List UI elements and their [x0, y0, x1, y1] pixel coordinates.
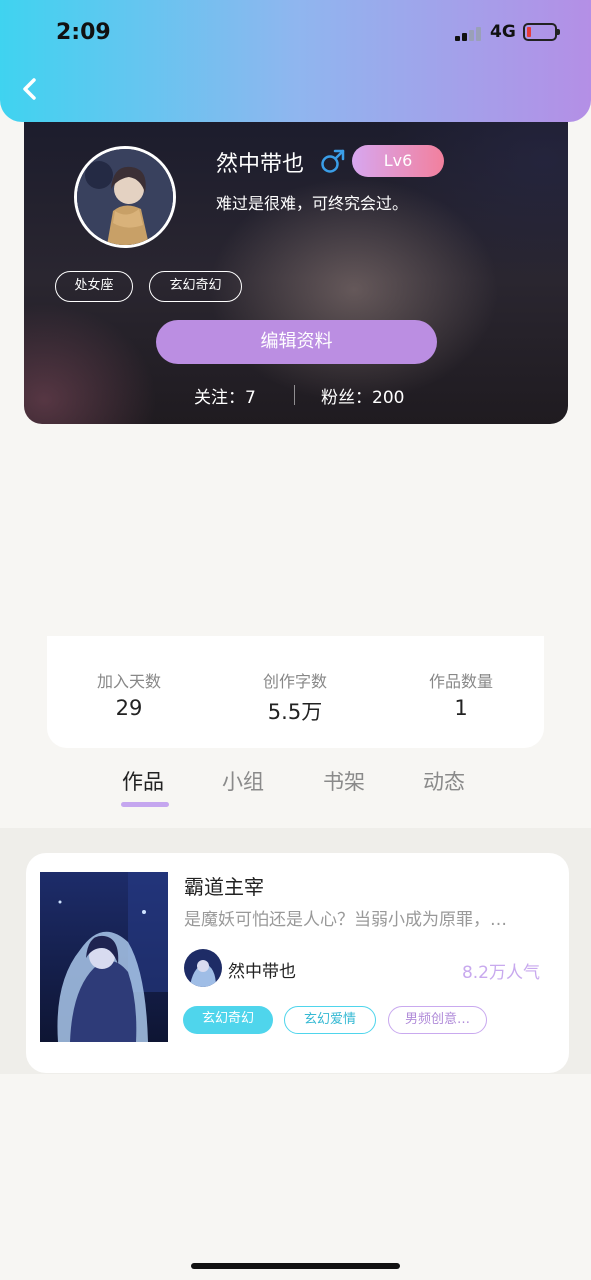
author-name: 然中带也	[228, 962, 296, 982]
work-tag-male-creative: 男频创意…	[388, 1006, 487, 1034]
stat-label: 作品数量	[428, 672, 493, 691]
tab-groups[interactable]: 小组	[222, 766, 264, 796]
profile-tag-zodiac: 处女座	[55, 271, 133, 302]
followers-count[interactable]: 粉丝：200	[321, 383, 404, 408]
following-count[interactable]: 关注：7	[194, 383, 256, 408]
header-bar: 2:09 4G	[0, 0, 591, 122]
user-signature: 难过是很难，可终究会过。	[216, 194, 409, 213]
work-tag-romance: 玄幻爱情	[284, 1006, 376, 1034]
work-title[interactable]: 霸道主宰	[184, 871, 264, 900]
active-tab-indicator	[121, 802, 169, 807]
stats-card: 加入天数 29 创作字数 5.5万 作品数量 1	[47, 636, 544, 748]
profile-tag-genre: 玄幻奇幻	[149, 271, 242, 302]
work-card[interactable]: 霸道主宰 是魔妖可怕还是人心？当弱小成为原罪，… 然中带也 8.2万人气 玄幻奇…	[26, 853, 569, 1073]
male-gender-icon	[321, 149, 345, 173]
stat-label: 创作字数	[262, 672, 327, 691]
level-badge: Lv6	[352, 145, 444, 177]
stat-value: 29	[115, 696, 143, 720]
network-type: 4G	[490, 22, 516, 42]
stat-value: 1	[454, 696, 468, 720]
author-avatar[interactable]	[184, 949, 222, 987]
signal-icon	[455, 27, 485, 41]
stat-work-count: 作品数量 1	[386, 668, 536, 720]
user-avatar[interactable]	[74, 146, 176, 248]
status-time: 2:09	[56, 20, 111, 45]
work-tag-fantasy: 玄幻奇幻	[183, 1006, 273, 1034]
tab-works[interactable]: 作品	[122, 766, 164, 796]
edit-profile-button[interactable]: 编辑资料	[156, 320, 437, 364]
work-description: 是魔妖可怕还是人心？当弱小成为原罪，…	[184, 910, 507, 930]
popularity-count: 8.2万人气	[461, 963, 540, 983]
tab-activity[interactable]: 动态	[423, 766, 465, 796]
back-arrow-icon[interactable]	[18, 74, 44, 104]
stat-label: 加入天数	[96, 672, 161, 691]
battery-icon	[523, 23, 560, 41]
stat-value: 5.5万	[267, 700, 323, 724]
username: 然中带也	[216, 152, 305, 177]
tab-bookshelf[interactable]: 书架	[323, 766, 365, 796]
stat-join-days: 加入天数 29	[54, 668, 204, 720]
profile-card: 然中带也 Lv6 难过是很难，可终究会过。 处女座 玄幻奇幻 编辑资料 关注：7…	[24, 100, 568, 424]
home-indicator	[191, 1263, 400, 1269]
stat-divider	[294, 385, 295, 405]
stat-word-count: 创作字数 5.5万	[220, 668, 370, 726]
book-cover[interactable]	[40, 872, 168, 1042]
